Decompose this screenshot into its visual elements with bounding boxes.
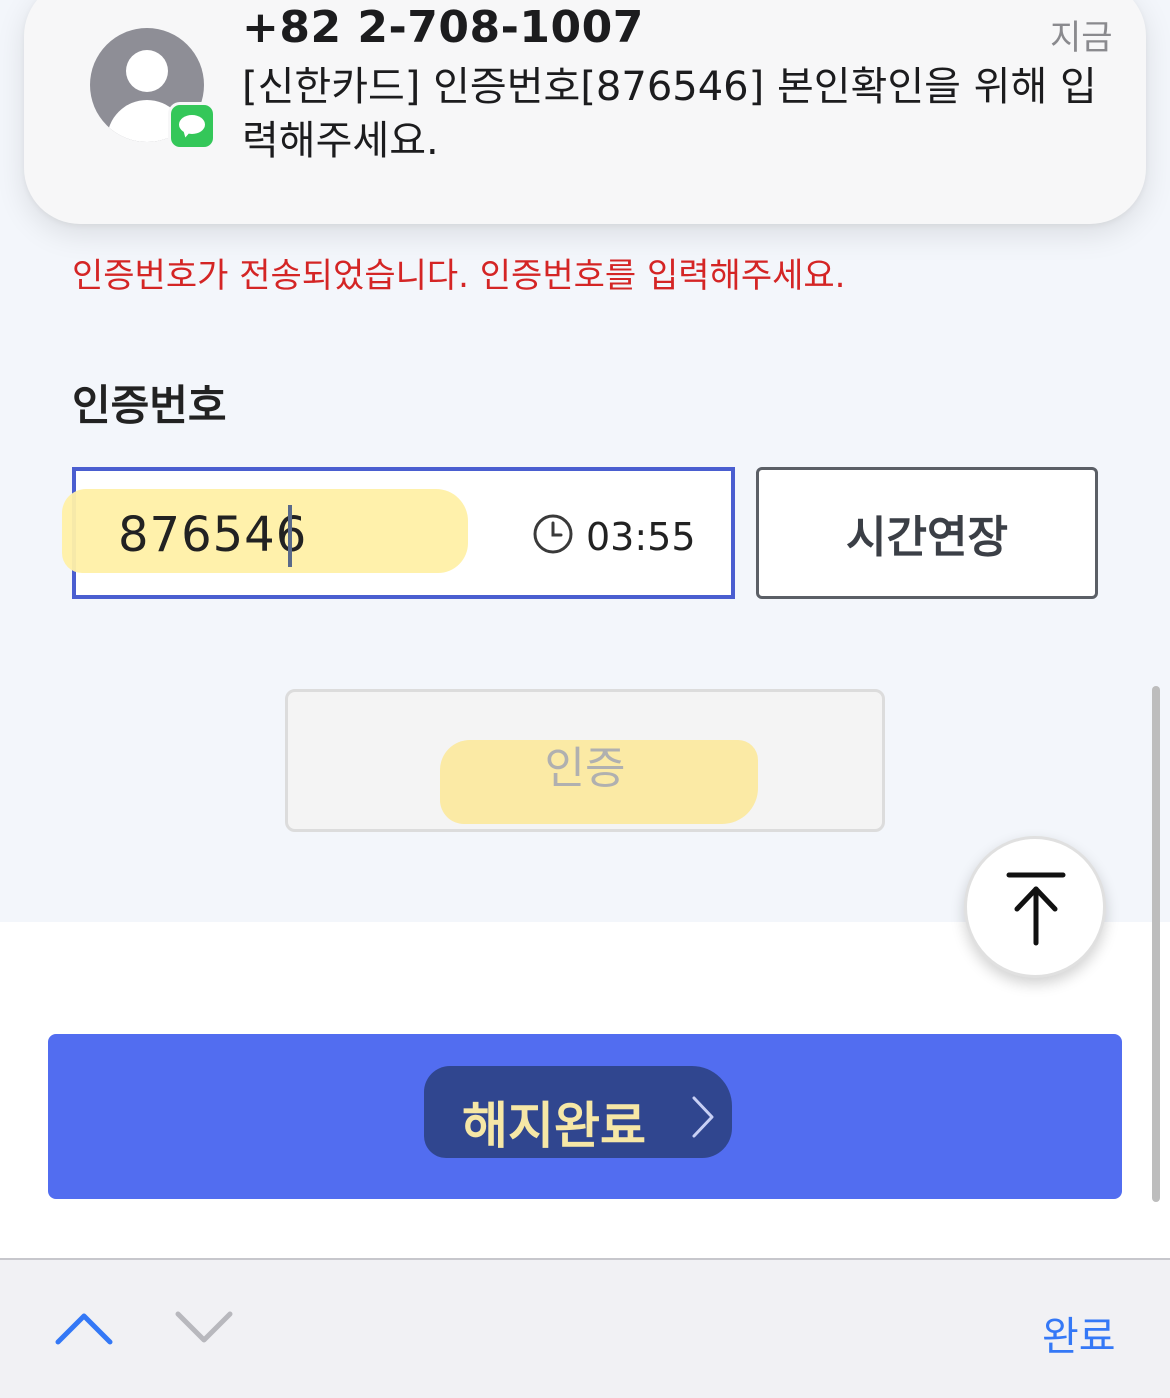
keyboard-done-button[interactable]: 완료: [1042, 1304, 1116, 1362]
notification-body: [신한카드] 인증번호[876546] 본인확인을 위해 입력해주세요.: [242, 64, 1097, 164]
verification-code-input[interactable]: 876546 03:55: [62, 467, 735, 599]
complete-cancellation-button[interactable]: 해지완료: [48, 1034, 1122, 1199]
chevron-up-icon[interactable]: [52, 1308, 116, 1348]
code-value: 876546: [118, 507, 308, 563]
scrollbar[interactable]: [1152, 686, 1160, 1202]
verify-button[interactable]: 인증: [285, 689, 885, 832]
clock-icon: [533, 514, 573, 554]
notification-sender: +82 2-708-1007: [242, 2, 644, 53]
messages-app-icon: [168, 102, 216, 150]
complete-button-label: 해지완료: [462, 1097, 646, 1155]
notification-time: 지금: [1050, 18, 1113, 58]
sent-notice-message: 인증번호가 전송되었습니다. 인증번호를 입력해주세요.: [72, 256, 846, 296]
chevron-right-icon: [692, 1096, 714, 1138]
verify-button-label: 인증: [544, 743, 626, 794]
code-field-label: 인증번호: [72, 381, 227, 430]
sms-notification-banner[interactable]: +82 2-708-1007 지금 [신한카드] 인증번호[876546] 본인…: [24, 0, 1146, 224]
arrow-up-to-top-icon: [1006, 872, 1066, 946]
countdown-timer: 03:55: [586, 515, 696, 559]
chevron-down-icon[interactable]: [172, 1308, 236, 1348]
scroll-to-top-button[interactable]: [964, 836, 1106, 978]
page: +82 2-708-1007 지금 [신한카드] 인증번호[876546] 본인…: [0, 0, 1170, 1398]
keyboard-accessory-toolbar: 완료: [0, 1258, 1170, 1398]
text-caret: [288, 505, 292, 567]
extend-time-button[interactable]: 시간연장: [756, 467, 1098, 599]
